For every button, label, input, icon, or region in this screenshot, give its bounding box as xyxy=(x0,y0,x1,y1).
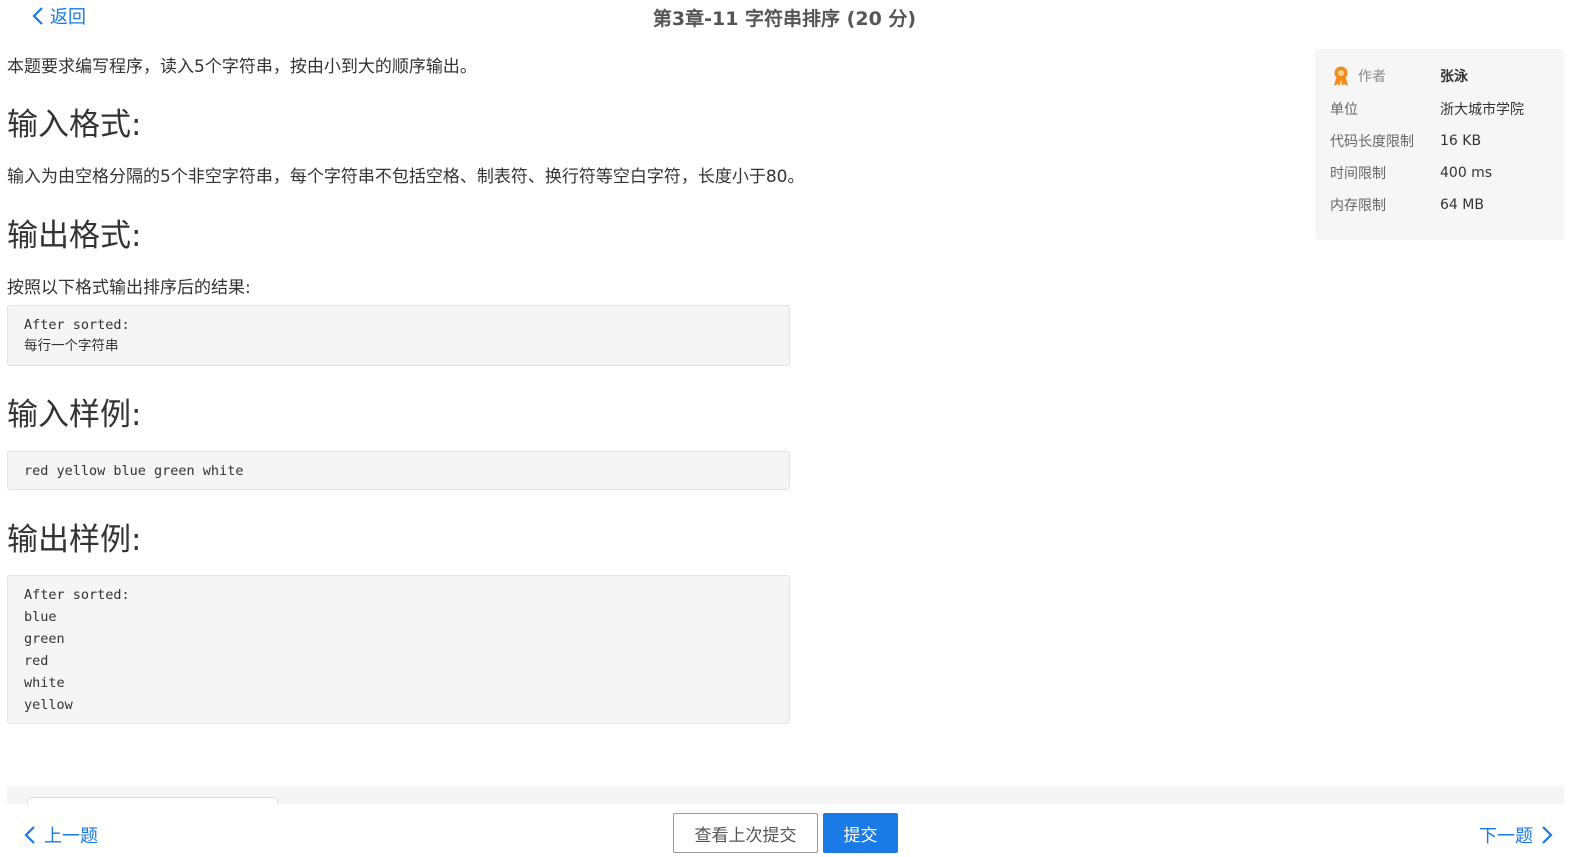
code-line: red xyxy=(24,653,49,669)
input-format-heading: 输入格式: xyxy=(7,107,142,143)
chevron-left-icon xyxy=(24,826,35,844)
time-limit-label: 时间限制 xyxy=(1330,166,1386,182)
code-line: After sorted: xyxy=(24,317,130,333)
memory-limit-value: 64 MB xyxy=(1440,197,1484,213)
output-format-heading: 输出格式: xyxy=(7,218,142,254)
sample-input-heading: 输入样例: xyxy=(7,397,142,433)
sample-output-code: After sorted: blue green red white yello… xyxy=(7,575,790,724)
code-limit-label: 代码长度限制 xyxy=(1330,134,1414,150)
award-icon xyxy=(1334,66,1348,86)
input-format-text: 输入为由空格分隔的5个非空字符串，每个字符串不包括空格、制表符、换行符等空白字符… xyxy=(7,167,805,187)
code-line: 每行一个字符串 xyxy=(24,338,119,354)
code-line: white xyxy=(24,675,65,691)
code-limit-value: 16 KB xyxy=(1440,133,1482,149)
sample-output-heading: 输出样例: xyxy=(7,522,142,558)
submit-button[interactable]: 提交 xyxy=(823,813,898,853)
info-row-org: 单位 浙大城市学院 xyxy=(1330,98,1555,120)
info-row-author: 作者 张泳 xyxy=(1330,65,1555,87)
view-last-submission-button[interactable]: 查看上次提交 xyxy=(673,813,818,853)
author-label: 作者 xyxy=(1358,69,1386,85)
output-format-code: After sorted: 每行一个字符串 xyxy=(7,305,790,366)
info-row-memory-limit: 内存限制 64 MB xyxy=(1330,194,1555,216)
code-line: After sorted: xyxy=(24,587,130,603)
author-value: 张泳 xyxy=(1440,69,1468,85)
memory-limit-label: 内存限制 xyxy=(1330,198,1386,214)
next-problem-button[interactable]: 下一题 xyxy=(1479,822,1553,848)
problem-info-card: 作者 张泳 单位 浙大城市学院 代码长度限制 16 KB 时间限制 400 ms… xyxy=(1315,49,1564,240)
prev-problem-label: 上一题 xyxy=(44,826,98,847)
chevron-right-icon xyxy=(1542,826,1553,844)
code-line: blue xyxy=(24,609,57,625)
org-value: 浙大城市学院 xyxy=(1440,102,1524,118)
output-format-text: 按照以下格式输出排序后的结果: xyxy=(7,278,251,298)
code-line: yellow xyxy=(24,697,73,713)
footer-bar: 上一题 查看上次提交 提交 下一题 xyxy=(0,804,1569,857)
info-row-code-limit: 代码长度限制 16 KB xyxy=(1330,130,1555,152)
info-row-time-limit: 时间限制 400 ms xyxy=(1330,162,1555,184)
problem-intro: 本题要求编写程序，读入5个字符串，按由小到大的顺序输出。 xyxy=(7,57,477,77)
next-problem-label: 下一题 xyxy=(1479,826,1533,847)
code-line: green xyxy=(24,631,65,647)
top-bar: 返回 第3章-11 字符串排序 (20 分) xyxy=(0,0,1569,30)
code-line: red yellow blue green white xyxy=(24,463,244,479)
sample-input-code: red yellow blue green white xyxy=(7,451,790,490)
time-limit-value: 400 ms xyxy=(1440,165,1493,181)
org-label: 单位 xyxy=(1330,102,1358,118)
page-title: 第3章-11 字符串排序 (20 分) xyxy=(652,8,917,30)
prev-problem-button[interactable]: 上一题 xyxy=(24,822,98,848)
